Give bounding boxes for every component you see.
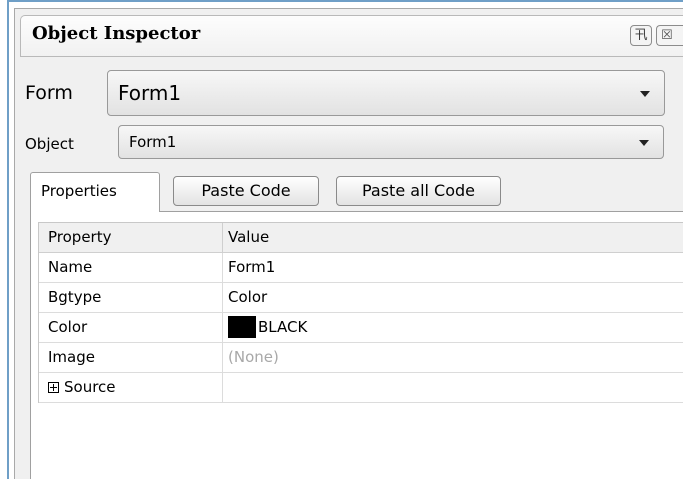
property-name: Name	[39, 253, 223, 282]
property-value-color[interactable]: BLACK	[223, 313, 683, 342]
property-value[interactable]: Color	[223, 283, 683, 312]
object-label: Object	[25, 135, 74, 153]
panel-title: Object Inspector	[32, 23, 201, 44]
property-value[interactable]: (None)	[223, 343, 683, 372]
color-swatch[interactable]	[228, 315, 256, 338]
table-row[interactable]: Source	[39, 373, 683, 403]
column-header-value[interactable]: Value	[223, 223, 683, 252]
property-name-text: Source	[64, 378, 116, 396]
property-value[interactable]	[223, 373, 683, 402]
expand-plus-icon[interactable]	[48, 382, 59, 393]
color-value-text: BLACK	[258, 318, 308, 336]
grid-header-row: Property Value	[39, 223, 683, 253]
close-icon[interactable]: ☒	[656, 25, 683, 46]
table-row[interactable]: Color BLACK	[39, 313, 683, 343]
object-select-value: Form1	[129, 133, 177, 151]
property-name: Bgtype	[39, 283, 223, 312]
paste-all-code-button[interactable]: Paste all Code	[336, 176, 501, 206]
property-name: Color	[39, 313, 223, 342]
window-border	[7, 0, 9, 479]
table-row[interactable]: Bgtype Color	[39, 283, 683, 313]
property-grid: Property Value Name Form1 Bgtype Color C…	[38, 222, 683, 403]
form-label: Form	[25, 82, 73, 104]
form-select[interactable]: Form1	[107, 70, 665, 116]
tab-properties[interactable]: Properties	[30, 172, 160, 212]
window-border-top	[7, 0, 683, 2]
object-inspector-window: Object Inspector 卂 ☒ Form Form1 Object F…	[0, 0, 683, 479]
property-value[interactable]: Form1	[223, 253, 683, 282]
column-header-property[interactable]: Property	[39, 223, 223, 252]
chevron-down-icon	[639, 140, 649, 146]
property-name-expandable: Source	[39, 373, 223, 402]
property-name: Image	[39, 343, 223, 372]
table-row[interactable]: Image (None)	[39, 343, 683, 373]
form-select-value: Form1	[118, 81, 182, 105]
paste-code-button[interactable]: Paste Code	[173, 176, 319, 206]
table-row[interactable]: Name Form1	[39, 253, 683, 283]
pin-icon[interactable]: 卂	[630, 25, 652, 46]
object-select[interactable]: Form1	[118, 125, 664, 159]
chevron-down-icon	[640, 91, 650, 97]
